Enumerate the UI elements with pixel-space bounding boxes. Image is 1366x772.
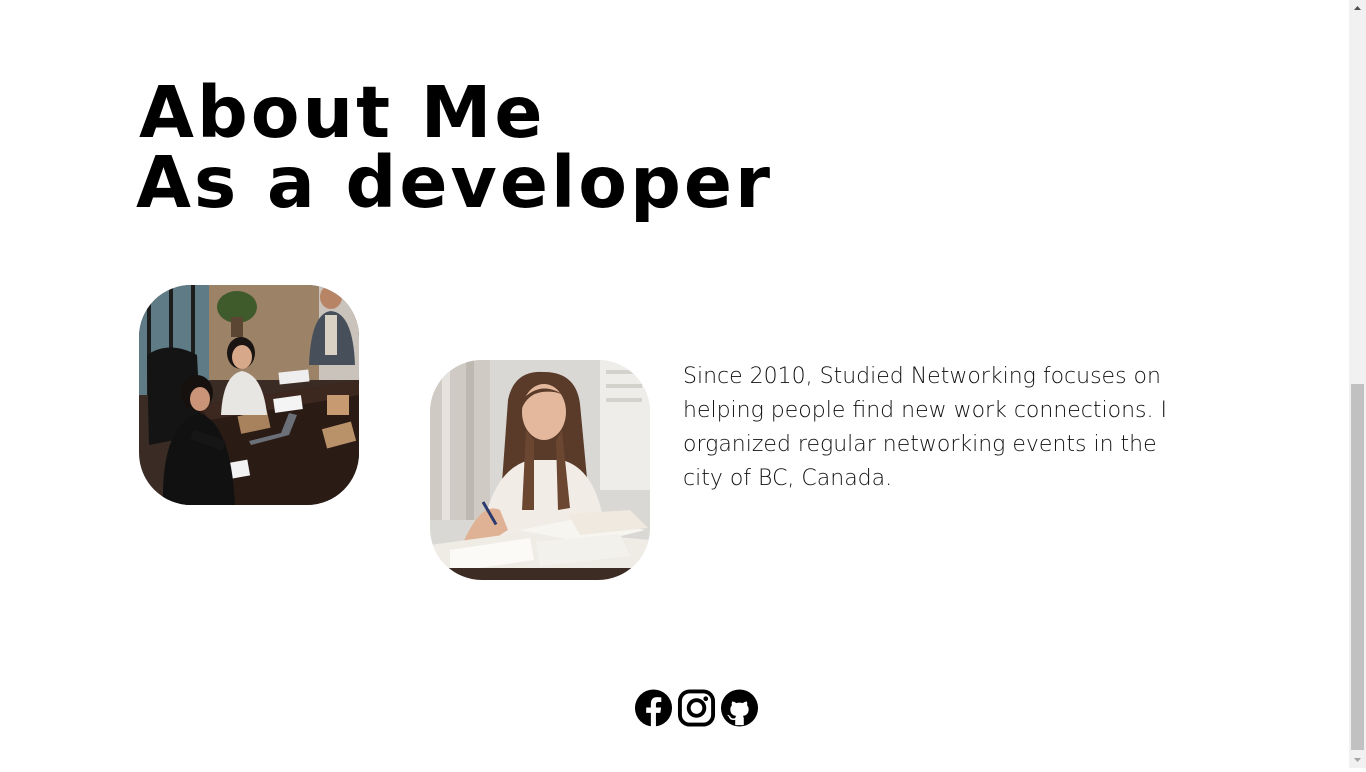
about-section: About Me As a developer Since 2010, Stud… [0,0,1349,768]
page-title: About Me As a developer [136,71,774,224]
heading-line-developer: As a developer [136,141,774,224]
github-link[interactable] [720,688,759,728]
facebook-icon [634,689,673,728]
github-icon [720,689,759,727]
triangle-down-icon [1354,758,1361,762]
triangle-up-icon [1354,6,1361,10]
social-links [634,688,759,728]
facebook-link[interactable] [634,688,673,728]
scroll-up-arrow[interactable] [1349,0,1366,17]
student-studying-photo [430,360,650,580]
about-paragraph: Since 2010, Studied Networking focuses o… [683,364,1167,491]
vertical-scrollbar[interactable] [1349,0,1366,768]
instagram-link[interactable] [677,688,716,728]
meeting-photo [139,285,359,505]
scrollbar-thumb[interactable] [1351,384,1364,750]
instagram-icon [677,689,716,727]
scroll-down-arrow[interactable] [1349,751,1366,768]
heading-line-about-me: About Me [139,71,546,154]
